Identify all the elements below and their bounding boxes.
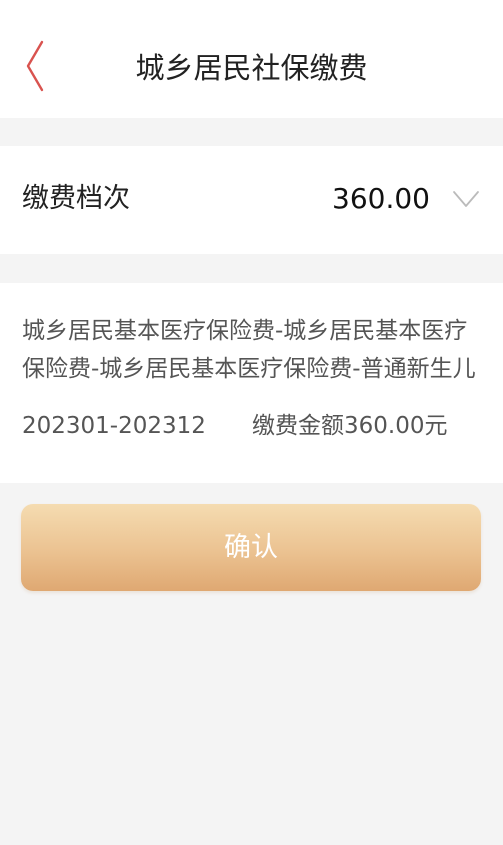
payment-tier-value: 360.00 [332,182,430,215]
header-bar: 城乡居民社保缴费 [0,0,503,118]
chevron-down-icon [453,191,479,207]
page-title: 城乡居民社保缴费 [135,51,368,85]
payment-tier-row[interactable]: 缴费档次 360.00 [0,146,503,254]
confirm-button[interactable]: 确认 [21,504,481,591]
payment-tier-dropdown[interactable] [451,186,481,212]
payment-amount: 缴费金额360.00元 [252,413,448,439]
payment-tier-label: 缴费档次 [22,183,130,214]
payment-screen: 城乡居民社保缴费 缴费档次 360.00 城乡居民基本医疗保险费-城乡居民基本医… [0,0,503,845]
payment-period: 202301-202312 [22,413,206,439]
payment-item-description: 城乡居民基本医疗保险费-城乡居民基本医疗保险费-城乡居民基本医疗保险费-普通新生… [22,318,476,382]
payment-description-card: 城乡居民基本医疗保险费-城乡居民基本医疗保险费-城乡居民基本医疗保险费-普通新生… [0,283,503,483]
